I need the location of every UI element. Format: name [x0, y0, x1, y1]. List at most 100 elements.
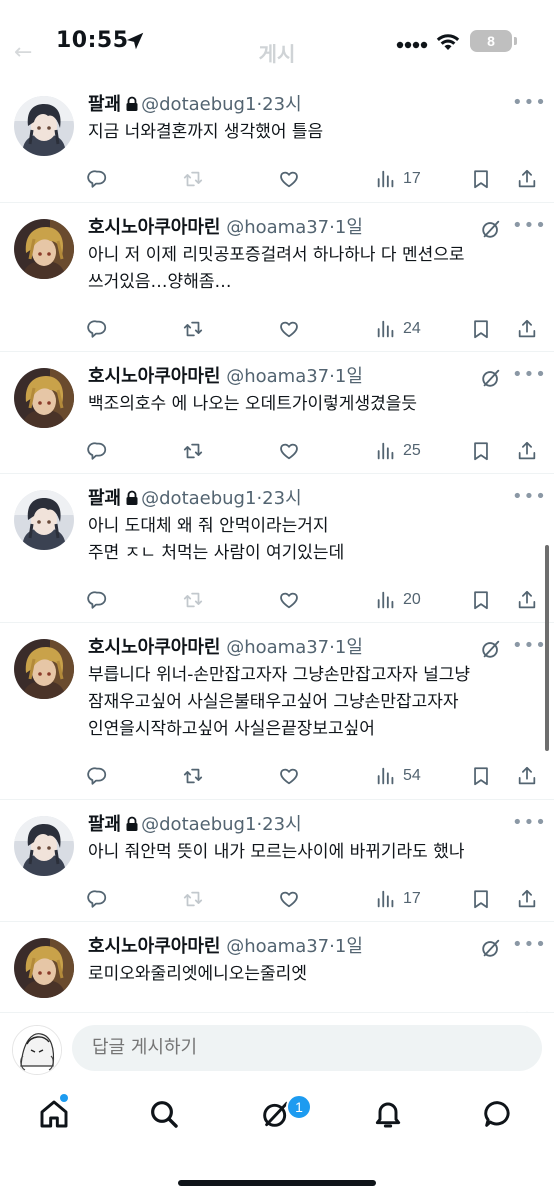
- reply-button[interactable]: [86, 166, 108, 192]
- tab-messages[interactable]: [482, 1098, 518, 1134]
- grok-icon[interactable]: [480, 367, 502, 389]
- status-bar: ← 게시 10:55 8: [0, 0, 554, 80]
- views-button[interactable]: 24: [375, 316, 421, 342]
- like-button[interactable]: [278, 886, 300, 912]
- timestamp[interactable]: 23시: [262, 814, 301, 835]
- handle[interactable]: @dotaebug1: [141, 94, 256, 115]
- handle[interactable]: @hoama37: [226, 217, 329, 238]
- share-button[interactable]: [516, 438, 538, 464]
- timestamp[interactable]: 23시: [262, 94, 301, 115]
- bookmark-button[interactable]: [470, 438, 492, 464]
- avatar[interactable]: [14, 816, 74, 876]
- reply-button[interactable]: [86, 438, 108, 464]
- messages-badge: 1: [286, 1094, 312, 1120]
- lock-icon: [126, 816, 138, 831]
- more-icon[interactable]: •••: [512, 488, 546, 510]
- like-button[interactable]: [278, 587, 300, 613]
- bookmark-button[interactable]: [470, 587, 492, 613]
- share-button[interactable]: [516, 316, 538, 342]
- views-button[interactable]: 54: [375, 763, 421, 789]
- tab-notifications[interactable]: [372, 1098, 408, 1134]
- handle[interactable]: @hoama37: [226, 936, 329, 957]
- avatar[interactable]: [14, 96, 74, 156]
- views-button[interactable]: 20: [375, 587, 421, 613]
- retweet-button[interactable]: [182, 438, 204, 464]
- bookmark-button[interactable]: [470, 886, 492, 912]
- display-name[interactable]: 호시노아쿠아마린: [88, 936, 220, 957]
- display-name[interactable]: 호시노아쿠아마린: [88, 366, 220, 387]
- handle[interactable]: @dotaebug1: [141, 814, 256, 835]
- grok-icon[interactable]: [480, 638, 502, 660]
- more-icon[interactable]: •••: [512, 936, 546, 958]
- reply-input[interactable]: [72, 1025, 542, 1071]
- tweet[interactable]: 팔괘 @dotaebug1·23시 ••• 아니 줘안먹 뜻이 내가 모르는사이에 바…: [0, 800, 554, 922]
- retweet-button[interactable]: [182, 587, 204, 613]
- tweet-actions: 24: [86, 316, 544, 342]
- like-button[interactable]: [278, 166, 300, 192]
- tweet[interactable]: 호시노아쿠아마린 @hoama37·1일 ••• 백조의호수 에 나오는 오데트가이…: [0, 352, 554, 474]
- avatar[interactable]: [14, 938, 74, 998]
- display-name[interactable]: 호시노아쿠아마린: [88, 217, 220, 238]
- bookmark-button[interactable]: [470, 763, 492, 789]
- views-button[interactable]: 17: [375, 166, 421, 192]
- tweet[interactable]: 호시노아쿠아마린 @hoama37·1일 ••• 부릅니다 위너-손만잡고자자 그냥…: [0, 623, 554, 800]
- share-button[interactable]: [516, 886, 538, 912]
- views-button[interactable]: 25: [375, 438, 421, 464]
- views-button[interactable]: 17: [375, 886, 421, 912]
- tweet[interactable]: 팔괘 @dotaebug1·23시 ••• 지금 너와결혼까지 생각했어 틀음 17: [0, 80, 554, 203]
- reply-button[interactable]: [86, 316, 108, 342]
- tweet-text-line: 주면 ㅈㄴ 처먹는 사람이 여기있는데: [88, 543, 345, 563]
- share-button[interactable]: [516, 763, 538, 789]
- avatar[interactable]: [14, 639, 74, 699]
- reply-button[interactable]: [86, 886, 108, 912]
- retweet-button[interactable]: [182, 316, 204, 342]
- tweet-text-line: 잠재우고싶어 사실은불태우고싶어 그냥손만잡고자자: [88, 692, 459, 712]
- share-button[interactable]: [516, 587, 538, 613]
- like-button[interactable]: [278, 316, 300, 342]
- tab-home[interactable]: [38, 1098, 74, 1134]
- timestamp[interactable]: 23시: [262, 488, 301, 509]
- timestamp[interactable]: 1일: [335, 936, 363, 957]
- timestamp[interactable]: 1일: [335, 637, 363, 658]
- bookmark-button[interactable]: [470, 316, 492, 342]
- bookmark-button[interactable]: [470, 166, 492, 192]
- bell-icon: [375, 1102, 401, 1128]
- timestamp[interactable]: 1일: [335, 217, 363, 238]
- tweet-text-line: 아니 줘안먹 뜻이 내가 모르는사이에 바뀌기라도 했나: [88, 842, 465, 862]
- handle[interactable]: @hoama37: [226, 637, 329, 658]
- more-icon[interactable]: •••: [512, 94, 546, 116]
- more-icon[interactable]: •••: [512, 637, 546, 659]
- my-avatar[interactable]: [12, 1025, 62, 1075]
- more-icon[interactable]: •••: [512, 217, 546, 239]
- timestamp[interactable]: 1일: [335, 366, 363, 387]
- handle[interactable]: @hoama37: [226, 366, 329, 387]
- reply-button[interactable]: [86, 587, 108, 613]
- avatar[interactable]: [14, 368, 74, 428]
- more-icon[interactable]: •••: [512, 814, 546, 836]
- retweet-icon: [182, 765, 204, 787]
- reply-button[interactable]: [86, 763, 108, 789]
- share-button[interactable]: [516, 166, 538, 192]
- tab-search[interactable]: [148, 1098, 184, 1134]
- tweet[interactable]: 호시노아쿠아마린 @hoama37·1일 ••• 아니 저 이제 리밋공포증걸려서 …: [0, 203, 554, 352]
- tweet[interactable]: 팔괘 @dotaebug1·23시 ••• 아니 도대체 왜 줘 안먹이라는거지 주면 …: [0, 474, 554, 623]
- retweet-button[interactable]: [182, 166, 204, 192]
- display-name[interactable]: 팔괘: [88, 94, 121, 115]
- avatar[interactable]: [14, 219, 74, 279]
- like-button[interactable]: [278, 438, 300, 464]
- handle[interactable]: @dotaebug1: [141, 488, 256, 509]
- avatar[interactable]: [14, 490, 74, 550]
- scrollbar[interactable]: [545, 545, 549, 751]
- display-name[interactable]: 팔괘: [88, 488, 121, 509]
- retweet-button[interactable]: [182, 763, 204, 789]
- retweet-button[interactable]: [182, 886, 204, 912]
- display-name[interactable]: 호시노아쿠아마린: [88, 637, 220, 658]
- chat-bubble-icon: [484, 1101, 510, 1127]
- display-name[interactable]: 팔괘: [88, 814, 121, 835]
- more-icon[interactable]: •••: [512, 366, 546, 388]
- tweet-text-line: 부릅니다 위너-손만잡고자자 그냥손만잡고자자 널그냥: [88, 665, 471, 685]
- like-button[interactable]: [278, 763, 300, 789]
- grok-icon[interactable]: [480, 937, 502, 959]
- reply-bar: [0, 1012, 554, 1083]
- grok-icon[interactable]: [480, 218, 502, 240]
